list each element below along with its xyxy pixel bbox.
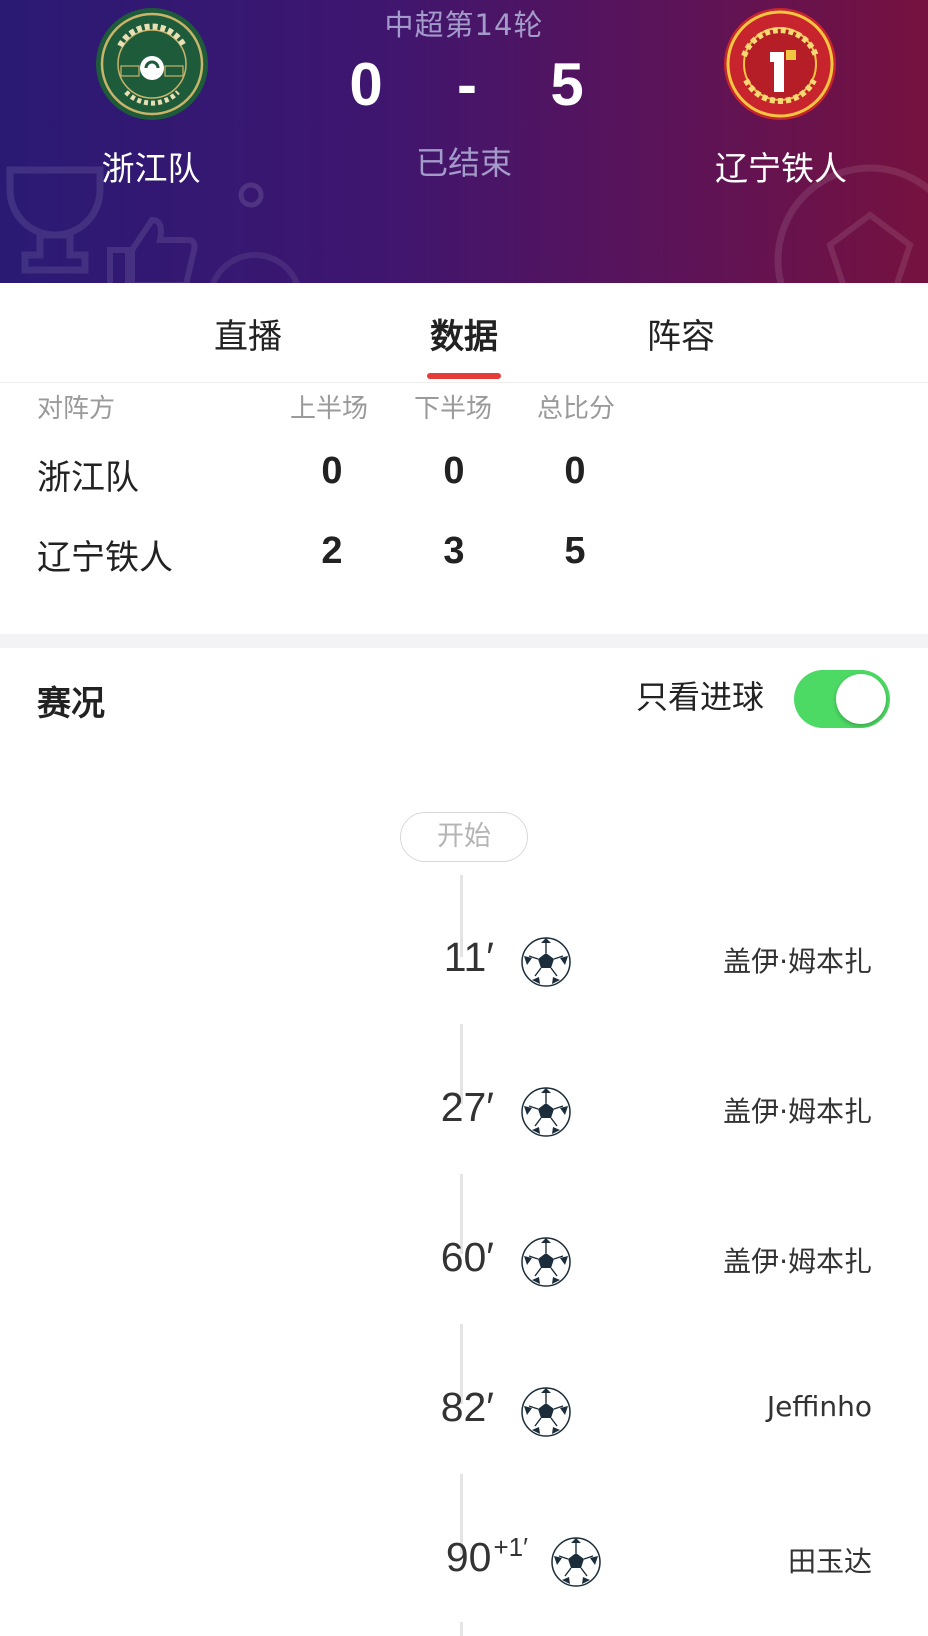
event-player-name[interactable]: 田玉达: [788, 1540, 872, 1580]
away-team-name[interactable]: 辽宁铁人: [661, 142, 901, 190]
goals-only-label: 只看进球: [636, 678, 765, 716]
score-table: 对阵方 上半场 下半场 总比分 浙江队 0 0 0 辽宁铁人 2 3 5: [0, 384, 928, 634]
thumbs-up-decoration-icon: [107, 216, 198, 283]
goals-only-toggle[interactable]: [794, 670, 890, 728]
tab-live[interactable]: 直播: [178, 309, 318, 358]
header-second-half: 下半场: [414, 394, 493, 424]
soccer-ball-icon: [550, 1536, 602, 1588]
table-cell-total: 5: [564, 530, 586, 572]
header-first-half: 上半场: [290, 394, 369, 424]
start-marker: 开始: [400, 812, 528, 862]
home-score: 0: [349, 51, 383, 118]
table-cell-second-half: 3: [443, 530, 465, 572]
score-separator: -: [457, 51, 477, 118]
away-score: 5: [550, 51, 584, 118]
events-title: 赛况: [37, 684, 105, 724]
away-team-logo[interactable]: [722, 6, 838, 122]
match-header: 中超第14轮 0 - 5 浙江队 已结束 辽宁铁人: [0, 0, 928, 283]
section-divider: [0, 634, 928, 648]
toggle-knob: [836, 674, 886, 724]
event-stoppage-time: +1′: [493, 1532, 528, 1562]
home-team-logo[interactable]: [94, 6, 210, 122]
event-player-name[interactable]: 盖伊·姆本扎: [723, 940, 872, 980]
soccer-ball-icon: [520, 936, 572, 988]
timeline-line: [460, 1622, 463, 1636]
header-total: 总比分: [537, 394, 616, 424]
table-cell-total: 0: [564, 450, 586, 492]
active-tab-indicator: [427, 373, 501, 379]
soccer-ball-icon: [520, 1086, 572, 1138]
tab-lineup[interactable]: 阵容: [611, 309, 751, 358]
target-decoration-icon: [210, 252, 300, 283]
table-cell-first-half: 2: [321, 530, 343, 572]
table-cell-first-half: 0: [321, 450, 343, 492]
soccer-ball-icon: [520, 1236, 572, 1288]
event-minute: 82′: [440, 1384, 494, 1430]
event-player-name[interactable]: Jeffinho: [767, 1390, 872, 1423]
event-minute: 11′: [443, 934, 494, 980]
event-player-name[interactable]: 盖伊·姆本扎: [723, 1090, 872, 1130]
event-minute: 90+1′: [445, 1532, 528, 1580]
soccer-ball-icon: [520, 1386, 572, 1438]
tab-bar: 直播 数据 阵容: [0, 283, 928, 383]
event-minute: 60′: [440, 1234, 494, 1280]
tab-data[interactable]: 数据: [394, 309, 534, 358]
header-team: 对阵方: [37, 394, 116, 424]
table-row-team: 浙江队: [37, 458, 139, 498]
event-player-name[interactable]: 盖伊·姆本扎: [723, 1240, 872, 1280]
table-cell-second-half: 0: [443, 450, 465, 492]
event-minute: 27′: [440, 1084, 494, 1130]
table-row-team: 辽宁铁人: [37, 538, 173, 578]
